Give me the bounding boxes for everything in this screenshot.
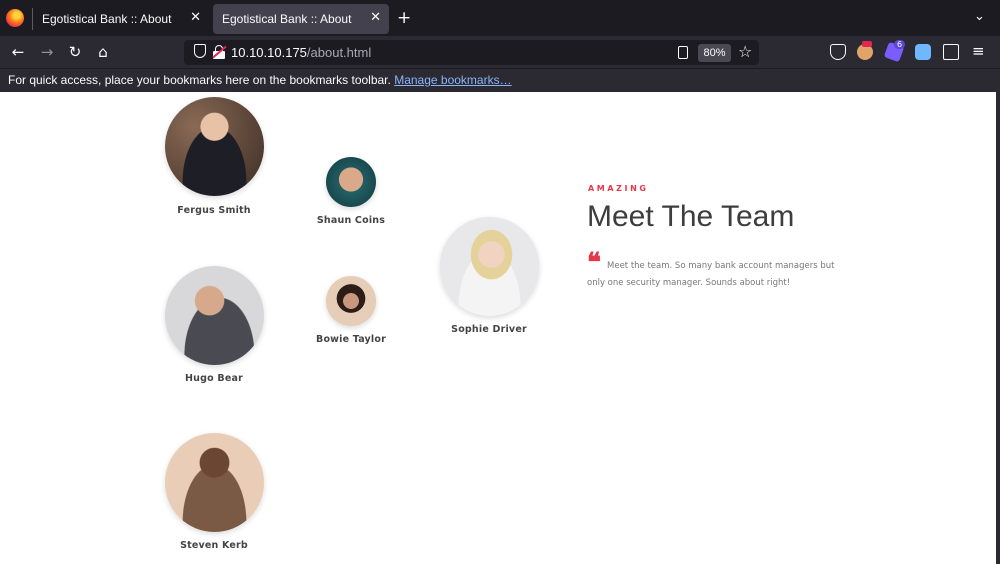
extension-badge: 6	[894, 40, 906, 49]
tab-about-1[interactable]: Egotistical Bank :: About ✕	[33, 4, 209, 34]
url-text[interactable]: 10.10.10.175/about.html	[231, 45, 371, 60]
manage-bookmarks-link[interactable]: Manage bookmarks…	[394, 73, 511, 87]
avatar	[164, 433, 264, 532]
url-host: 10.10.10.175	[231, 45, 307, 60]
home-icon[interactable]: ⌂	[93, 42, 113, 62]
team-member-bowie: Bowie Taylor	[311, 276, 391, 345]
reader-view-icon[interactable]	[678, 46, 688, 59]
star-icon[interactable]: ☆	[738, 42, 752, 61]
team-member-steven: Steven Kerb	[159, 433, 269, 551]
extension-icon[interactable]	[915, 44, 931, 60]
hamburger-menu-icon[interactable]: ≡	[972, 42, 985, 60]
back-icon[interactable]: ←	[8, 42, 28, 62]
tab-bar: Egotistical Bank :: About ✕ Egotistical …	[0, 0, 1000, 36]
tab-title: Egotistical Bank :: About	[222, 12, 352, 26]
team-member-hugo: Hugo Bear	[159, 266, 269, 384]
page-title: Meet The Team	[587, 200, 795, 233]
avatar	[164, 97, 264, 196]
member-name: Hugo Bear	[185, 373, 243, 384]
puzzle-icon[interactable]	[943, 44, 959, 60]
forward-icon[interactable]: →	[37, 42, 57, 62]
tab-title: Egotistical Bank :: About	[42, 12, 172, 26]
member-name: Sophie Driver	[451, 324, 527, 335]
url-path: /about.html	[306, 45, 372, 60]
reload-icon[interactable]: ↻	[65, 42, 85, 62]
avatar	[164, 266, 264, 365]
chevron-down-icon[interactable]: ⌄	[974, 9, 985, 24]
cookie-extension-icon[interactable]	[857, 41, 873, 60]
team-description: Meet the team. So many bank account mana…	[587, 261, 835, 288]
team-member-shaun: Shaun Coins	[311, 157, 391, 226]
close-icon[interactable]: ✕	[190, 10, 201, 25]
member-name: Shaun Coins	[316, 215, 386, 226]
avatar	[326, 157, 376, 207]
member-name: Fergus Smith	[177, 205, 251, 216]
avatar	[439, 217, 539, 316]
url-bar[interactable]: 10.10.10.175/about.html 80% ☆	[184, 40, 759, 65]
tab-about-2-active[interactable]: Egotistical Bank :: About ✕	[213, 4, 389, 34]
member-name: Steven Kerb	[180, 540, 248, 551]
section-eyebrow: AMAZING	[588, 184, 649, 193]
bookmarks-toolbar: For quick access, place your bookmarks h…	[0, 68, 1000, 92]
close-icon[interactable]: ✕	[370, 10, 381, 25]
pocket-icon[interactable]	[830, 44, 846, 60]
plus-icon[interactable]: +	[397, 8, 411, 28]
scrollbar[interactable]	[996, 92, 1000, 564]
avatar	[326, 276, 376, 326]
shield-icon[interactable]	[194, 44, 206, 58]
team-member-sophie: Sophie Driver	[434, 217, 544, 335]
zoom-level-button[interactable]: 80%	[698, 44, 731, 62]
firefox-logo-icon[interactable]	[6, 9, 24, 27]
team-member-fergus: Fergus Smith	[159, 97, 269, 216]
lock-insecure-icon[interactable]	[212, 45, 227, 59]
bookmarks-hint: For quick access, place your bookmarks h…	[8, 73, 512, 87]
member-name: Bowie Taylor	[316, 334, 386, 345]
